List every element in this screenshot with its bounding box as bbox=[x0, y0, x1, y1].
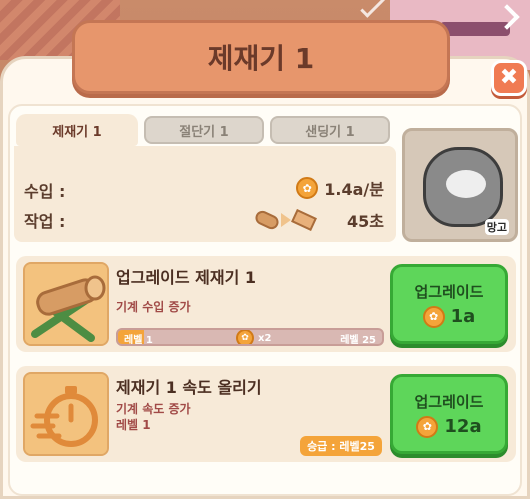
upgrade-cost: ✿ 1a bbox=[422, 305, 476, 328]
upgrade-button-label: 업그레이드 bbox=[414, 282, 484, 301]
stats-box: 수입 : 작업 : ✿ 1.4a/분 45초 bbox=[14, 146, 396, 242]
plank-icon bbox=[291, 209, 317, 231]
level-progress-bar: 레벨 1 ✿ x2 레벨 25 bbox=[116, 328, 384, 346]
level-target: 레벨 25 bbox=[340, 335, 376, 346]
cat-worker-icon bbox=[423, 147, 503, 227]
panel-title-banner: 제재기 1 bbox=[72, 20, 450, 94]
tab-sander-1[interactable]: 샌딩기 1 bbox=[270, 116, 390, 144]
upgrade-level: 레벨 1 bbox=[116, 418, 151, 432]
income-value-group: ✿ 1.4a/분 bbox=[296, 176, 384, 200]
speed-upgrade-button[interactable]: 업그레이드 ✿ 12a bbox=[390, 374, 508, 454]
upgrade-cost-value: 12a bbox=[444, 416, 482, 437]
upgrade-title: 제재기 1 속도 올리기 bbox=[116, 378, 262, 397]
upgrade-description: 기계 속도 증가 bbox=[116, 402, 191, 416]
tab-sawmill-1[interactable]: 제재기 1 bbox=[16, 114, 138, 146]
background-marker bbox=[360, 0, 386, 18]
upgrade-cost-value: 1a bbox=[450, 306, 476, 327]
work-value: 45초 bbox=[347, 212, 384, 231]
level-current: 레벨 1 bbox=[124, 335, 153, 346]
worker-portrait[interactable]: 망고 bbox=[402, 128, 518, 242]
upgrade-title: 업그레이드 제재기 1 bbox=[116, 268, 257, 287]
promotion-badge: 승급 : 레벨25 bbox=[300, 436, 382, 456]
stopwatch-coins-icon bbox=[23, 372, 109, 456]
coin-icon: ✿ bbox=[236, 330, 254, 344]
machine-tabs: 제재기 1 절단기 1 샌딩기 1 bbox=[16, 114, 390, 146]
upgrade-button-label: 업그레이드 bbox=[414, 392, 484, 411]
background-pipe bbox=[440, 22, 510, 36]
upgrade-button[interactable]: 업그레이드 ✿ 1a bbox=[390, 264, 508, 344]
work-value-group: 45초 bbox=[253, 208, 384, 232]
coin-icon: ✿ bbox=[296, 177, 319, 199]
game-screen: 제재기 1 ✖ 제재기 1 절단기 1 샌딩기 1 수입 : 작업 : ✿ 1.… bbox=[0, 0, 530, 499]
income-value: 1.4a/분 bbox=[324, 180, 384, 199]
upgrade-description: 기계 수입 증가 bbox=[116, 300, 191, 314]
upgrade-cost: ✿ 12a bbox=[416, 415, 482, 438]
worker-name: 망고 bbox=[484, 219, 509, 235]
close-button[interactable]: ✖ bbox=[491, 60, 527, 96]
upgrade-income-card: 업그레이드 제재기 1 기계 수입 증가 레벨 1 ✿ x2 레벨 25 업그레… bbox=[16, 256, 516, 352]
panel-title: 제재기 1 bbox=[207, 42, 315, 75]
coin-icon: ✿ bbox=[422, 305, 445, 328]
level-multiplier: ✿ x2 bbox=[236, 330, 272, 344]
coin-icon: ✿ bbox=[416, 415, 439, 438]
tab-cutter-1[interactable]: 절단기 1 bbox=[144, 116, 264, 144]
upgrade-speed-card: 제재기 1 속도 올리기 기계 속도 증가 레벨 1 승급 : 레벨25 업그레… bbox=[16, 366, 516, 462]
log-icon bbox=[253, 208, 281, 232]
work-label: 작업 : bbox=[24, 212, 66, 231]
arrow-right-icon bbox=[281, 213, 291, 227]
income-label: 수입 : bbox=[24, 182, 66, 201]
close-icon: ✖ bbox=[499, 65, 519, 90]
multiplier-value: x2 bbox=[258, 332, 272, 344]
log-to-plank-icon bbox=[253, 208, 317, 232]
sawmill-machine-icon bbox=[23, 262, 109, 346]
